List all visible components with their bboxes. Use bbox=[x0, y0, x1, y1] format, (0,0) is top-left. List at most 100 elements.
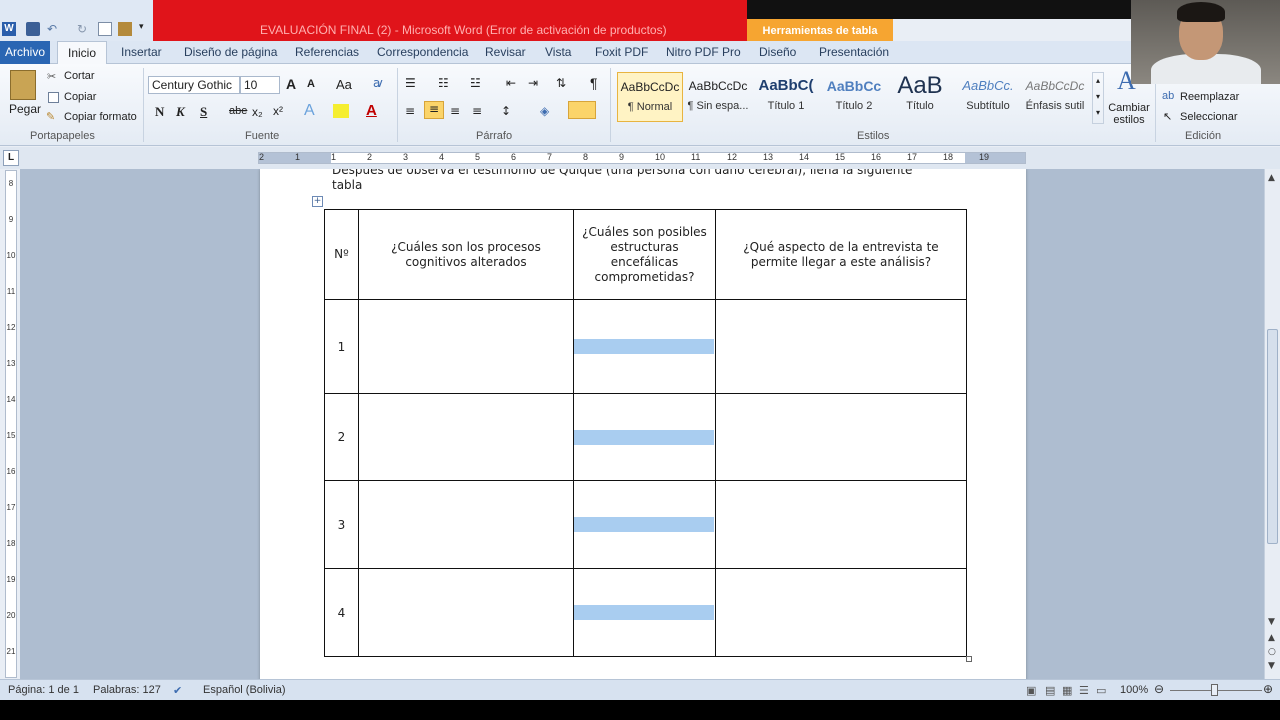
strikethrough-button[interactable]: abe bbox=[229, 105, 247, 117]
align-right-icon[interactable]: ≡ bbox=[450, 104, 460, 118]
superscript-button[interactable]: x² bbox=[273, 104, 283, 118]
prev-page-icon[interactable]: ▲ bbox=[1268, 633, 1275, 643]
tab-view[interactable]: Vista bbox=[545, 45, 571, 59]
bold-button[interactable]: N bbox=[155, 104, 164, 120]
decrease-indent-icon[interactable]: ⇤ bbox=[506, 76, 516, 90]
table-cell[interactable] bbox=[715, 480, 967, 569]
select-cursor-icon[interactable]: ↖ bbox=[1163, 110, 1172, 123]
tab-foxit-pdf[interactable]: Foxit PDF bbox=[595, 45, 648, 59]
tab-home[interactable]: Inicio bbox=[57, 41, 107, 65]
redo-icon[interactable]: ↻ bbox=[77, 22, 91, 36]
page-count[interactable]: Página: 1 de 1 bbox=[8, 684, 79, 696]
show-marks-icon[interactable]: ¶ bbox=[590, 75, 598, 91]
tab-selector[interactable]: L bbox=[3, 150, 19, 166]
tab-references[interactable]: Referencias bbox=[295, 45, 359, 59]
table-cell[interactable] bbox=[573, 299, 716, 394]
align-left-icon[interactable]: ≡ bbox=[405, 104, 415, 118]
vertical-ruler[interactable]: 8910111213141516171819202122 bbox=[5, 170, 17, 692]
row-number[interactable]: 3 bbox=[324, 480, 359, 569]
table-resize-handle[interactable] bbox=[966, 656, 972, 662]
style-subtle-emphasis[interactable]: AaBbCcDc Énfasis sutil bbox=[1022, 72, 1088, 122]
row-number[interactable]: 2 bbox=[324, 393, 359, 481]
answer-table[interactable]: Nº ¿Cuáles son los procesos cognitivos a… bbox=[324, 209, 967, 657]
save-icon[interactable] bbox=[26, 22, 40, 36]
borders-icon[interactable] bbox=[568, 101, 596, 119]
header-number[interactable]: Nº bbox=[324, 209, 359, 300]
styles-scroll-icon[interactable]: ▴ ▾ ▾ bbox=[1092, 72, 1104, 124]
header-cognitive-processes[interactable]: ¿Cuáles son los procesos cognitivos alte… bbox=[358, 209, 574, 300]
multilevel-list-icon[interactable]: ☳ bbox=[470, 76, 481, 90]
grow-font-button[interactable]: A bbox=[286, 76, 296, 92]
change-case-button[interactable]: Aa bbox=[336, 77, 352, 92]
view-web-icon[interactable]: ▦ bbox=[1062, 684, 1072, 697]
view-full-screen-icon[interactable]: ▤ bbox=[1045, 684, 1055, 697]
table-move-handle-icon[interactable]: + bbox=[312, 196, 323, 207]
word-count[interactable]: Palabras: 127 bbox=[93, 684, 161, 696]
style-heading-1[interactable]: AaBbC( Título 1 bbox=[753, 72, 819, 122]
zoom-slider-thumb[interactable] bbox=[1211, 684, 1218, 696]
font-size-select[interactable]: 10 bbox=[240, 76, 280, 94]
sort-icon[interactable]: ⇅ bbox=[556, 76, 566, 90]
table-cell[interactable] bbox=[715, 393, 967, 481]
word-app-icon[interactable]: W bbox=[2, 22, 16, 36]
format-painter-button[interactable]: Copiar formato bbox=[64, 111, 137, 123]
scissors-icon[interactable]: ✂ bbox=[47, 70, 56, 83]
scroll-down-icon[interactable]: ▼ bbox=[1268, 617, 1275, 627]
tab-page-layout[interactable]: Diseño de página bbox=[184, 45, 277, 59]
table-cell[interactable] bbox=[715, 568, 967, 657]
tab-mailings[interactable]: Correspondencia bbox=[377, 45, 468, 59]
justify-icon[interactable]: ≡ bbox=[472, 104, 482, 118]
shrink-font-button[interactable]: A bbox=[307, 78, 315, 90]
view-print-layout-icon[interactable]: ▣ bbox=[1026, 684, 1036, 697]
select-button[interactable]: Seleccionar bbox=[1180, 111, 1237, 123]
font-family-select[interactable]: Century Gothic bbox=[148, 76, 240, 94]
tab-insert[interactable]: Insertar bbox=[121, 45, 162, 59]
replace-icon[interactable]: ab bbox=[1162, 90, 1174, 102]
style-title[interactable]: AaB Título bbox=[887, 72, 953, 122]
header-brain-structures[interactable]: ¿Cuáles son posibles estructuras encefál… bbox=[573, 209, 716, 300]
document-page[interactable]: Después de observa el testimonio de Quiq… bbox=[260, 169, 1026, 679]
paste-button[interactable]: Pegar bbox=[9, 102, 41, 116]
numbering-icon[interactable]: ☷ bbox=[438, 76, 449, 90]
customize-qat-icon[interactable]: ▾ bbox=[139, 22, 153, 36]
paste-icon[interactable] bbox=[10, 70, 36, 100]
style-normal[interactable]: AaBbCcDc ¶ Normal bbox=[617, 72, 683, 122]
highlight-icon[interactable] bbox=[333, 104, 349, 118]
new-document-icon[interactable] bbox=[98, 22, 112, 36]
table-cell[interactable] bbox=[358, 299, 574, 394]
tab-nitro-pdf[interactable]: Nitro PDF Pro bbox=[666, 45, 741, 59]
font-color-icon[interactable]: A bbox=[366, 102, 377, 119]
proofing-icon[interactable]: ✔ bbox=[173, 684, 182, 697]
table-cell[interactable] bbox=[358, 480, 574, 569]
horizontal-ruler[interactable]: 2 1 1 2 3 4 5 6 7 8 9 10 11 12 13 14 15 16 17 18 19 bbox=[258, 152, 1026, 164]
replace-button[interactable]: Reemplazar bbox=[1180, 91, 1239, 103]
style-no-spacing[interactable]: AaBbCcDc ¶ Sin espa... bbox=[685, 72, 751, 122]
table-cell[interactable] bbox=[358, 393, 574, 481]
view-draft-icon[interactable]: ▭ bbox=[1096, 684, 1106, 697]
paste-qat-icon[interactable] bbox=[118, 22, 132, 36]
undo-icon[interactable]: ↶ bbox=[47, 22, 61, 36]
vertical-scrollbar[interactable]: ▲ ▼ ▲ ○ ▼ bbox=[1264, 169, 1280, 679]
format-painter-icon[interactable]: ✎ bbox=[46, 110, 55, 123]
browse-object-icon[interactable]: ○ bbox=[1268, 647, 1276, 657]
tab-file[interactable]: Archivo bbox=[0, 41, 50, 64]
bullets-icon[interactable]: ☰ bbox=[405, 76, 416, 90]
zoom-level[interactable]: 100% bbox=[1120, 684, 1148, 696]
language-indicator[interactable]: Español (Bolivia) bbox=[203, 684, 286, 696]
table-cell[interactable] bbox=[573, 480, 716, 569]
clear-format-icon[interactable]: ꜹ bbox=[373, 76, 383, 90]
table-cell[interactable] bbox=[358, 568, 574, 657]
italic-button[interactable]: K bbox=[176, 104, 185, 120]
style-subtitle[interactable]: AaBbCc. Subtítulo bbox=[955, 72, 1021, 122]
tab-review[interactable]: Revisar bbox=[485, 45, 526, 59]
underline-button[interactable]: S bbox=[200, 104, 207, 120]
text-effects-icon[interactable]: A bbox=[304, 102, 315, 120]
table-cell[interactable] bbox=[715, 299, 967, 394]
cut-button[interactable]: Cortar bbox=[64, 70, 95, 82]
table-cell[interactable] bbox=[573, 393, 716, 481]
copy-button[interactable]: Copiar bbox=[64, 91, 96, 103]
copy-icon[interactable] bbox=[48, 92, 59, 103]
line-spacing-icon[interactable]: ↕ bbox=[501, 104, 511, 118]
tab-table-design[interactable]: Diseño bbox=[759, 45, 796, 59]
header-interview-aspect[interactable]: ¿Qué aspecto de la entrevista te permite… bbox=[715, 209, 967, 300]
